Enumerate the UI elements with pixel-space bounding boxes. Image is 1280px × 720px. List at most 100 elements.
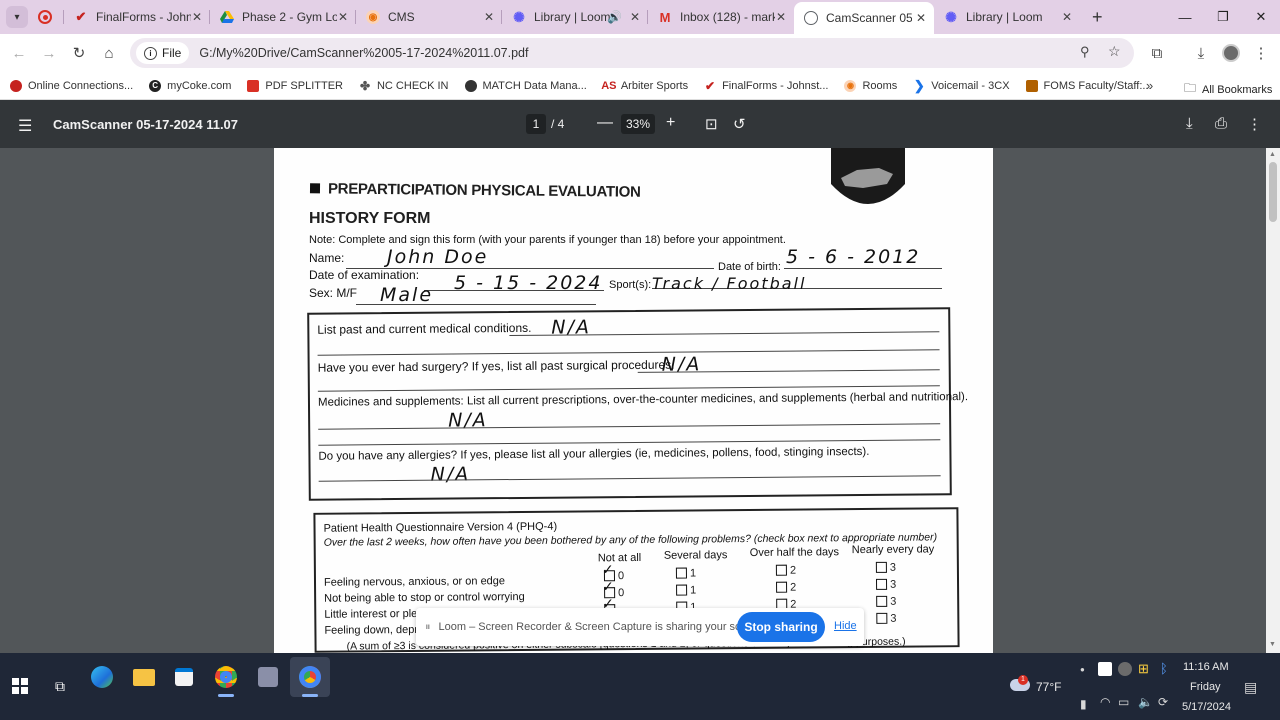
drive-tray-icon[interactable] (1098, 662, 1112, 676)
downloads-button[interactable]: ⤓ (1186, 38, 1216, 68)
speaker-icon[interactable]: 🔊 (607, 10, 622, 24)
phq4-checkbox[interactable] (876, 595, 888, 607)
close-icon[interactable]: ✕ (338, 10, 348, 24)
tab-loom-library[interactable]: ✺ Library | Loom 🔊 ✕ (502, 0, 648, 34)
bookmarks-bar: Online Connections... CmyCoke.com PDF SP… (0, 72, 1280, 100)
bookmark-finalforms[interactable]: ✔ FinalForms - Johnst... (704, 79, 828, 93)
pdf-scrollbar[interactable]: ▲ ▼ (1266, 148, 1280, 653)
close-icon[interactable]: ✕ (1062, 10, 1072, 24)
close-icon[interactable]: ✕ (776, 10, 786, 24)
zoom-input[interactable]: 33% (621, 114, 655, 134)
chrome-tray-icon[interactable] (1118, 662, 1132, 676)
drag-handle-icon[interactable]: ⏸ (425, 621, 431, 634)
profile-button[interactable] (1216, 38, 1246, 68)
print-icon[interactable]: ⎙ (1215, 115, 1227, 132)
tab-cms[interactable]: ◉ CMS ✕ (356, 0, 502, 34)
kebab-menu-icon[interactable]: ⋮ (1247, 115, 1262, 133)
tab-loom-library-2[interactable]: ✺ Library | Loom ✕ (934, 0, 1080, 34)
puzzle-icon: ⧉ (1151, 44, 1163, 62)
taskbar-edge[interactable] (82, 657, 122, 697)
bluetooth-icon[interactable]: ᛒ (1160, 661, 1168, 676)
phq4-checkbox[interactable] (776, 581, 788, 593)
tab-inbox[interactable]: M Inbox (128) - markm ✕ (648, 0, 794, 34)
phq4-checkbox[interactable] (675, 567, 687, 579)
home-button[interactable]: ⌂ (94, 38, 124, 68)
bookmark-nc-check-in[interactable]: ✤ NC CHECK IN (359, 79, 449, 93)
download-icon[interactable]: ⤓ (1186, 115, 1193, 132)
star-icon[interactable]: ☆ (1108, 43, 1121, 60)
fit-page-icon[interactable]: ⊡ (705, 115, 718, 133)
bookmark-rooms[interactable]: ◉ Rooms (844, 79, 898, 92)
clock-time[interactable]: 11:16 AM (1183, 661, 1229, 673)
close-icon[interactable]: ✕ (916, 11, 926, 25)
start-button[interactable] (0, 666, 40, 706)
tab-recording[interactable] (28, 0, 64, 34)
phq4-checkbox[interactable] (676, 584, 688, 596)
close-window-button[interactable]: ✕ (1242, 0, 1280, 34)
clock-day[interactable]: Friday (1190, 681, 1221, 693)
notifications-icon[interactable]: ▤ (1244, 679, 1257, 696)
site-info-chip[interactable]: i File (136, 42, 190, 64)
bookmark-pdf-splitter[interactable]: PDF SPLITTER (247, 79, 343, 92)
taskbar-app-gray[interactable] (248, 657, 288, 697)
all-bookmarks[interactable]: 🗀 All Bookmarks (1184, 79, 1272, 100)
forward-button[interactable]: → (34, 38, 64, 68)
bookmark-online-connections[interactable]: Online Connections... (10, 79, 133, 92)
tab-finalforms[interactable]: ✔ FinalForms - Johnston ✕ (64, 0, 210, 34)
bookmark-label: Rooms (862, 79, 898, 92)
taskbar-store[interactable] (164, 657, 204, 697)
tab-search-button[interactable]: ▾ (6, 6, 28, 28)
new-tab-button[interactable]: + (1092, 7, 1103, 28)
bookmark-foms[interactable]: FOMS Faculty/Staff:... (1025, 79, 1152, 92)
menu-button[interactable]: ⋮ (1246, 38, 1276, 68)
hamburger-menu-icon[interactable]: ☰ (18, 116, 32, 136)
sync-icon[interactable]: ⟳ (1158, 695, 1168, 709)
zoom-in-button[interactable]: + (666, 114, 675, 132)
bookmark-match-data[interactable]: MATCH Data Mana... (464, 79, 587, 92)
bookmark-mycoke[interactable]: CmyCoke.com (149, 79, 231, 92)
reload-button[interactable]: ↻ (64, 38, 94, 68)
stop-sharing-button[interactable]: Stop sharing (737, 612, 825, 642)
minimize-button[interactable]: — (1166, 0, 1204, 34)
taskbar-chrome[interactable] (206, 657, 246, 697)
zoom-out-button[interactable]: — (597, 114, 613, 132)
close-icon[interactable]: ✕ (484, 10, 494, 24)
zoom-icon[interactable]: ⚲ (1080, 44, 1090, 60)
hide-link[interactable]: Hide (834, 620, 857, 632)
battery-icon[interactable]: ▭ (1118, 695, 1129, 709)
bookmark-arbiter-sports[interactable]: AS Arbiter Sports (601, 80, 688, 92)
more-bookmarks-icon[interactable]: » (1146, 78, 1153, 93)
task-view-button[interactable]: ⧉ (40, 666, 80, 706)
address-bar[interactable]: i File G:/My%20Drive/CamScanner%2005-17-… (130, 38, 1134, 68)
wifi-icon[interactable]: ◠ (1100, 695, 1110, 709)
tab-gym-lobby[interactable]: Phase 2 - Gym Lobby ✕ (210, 0, 356, 34)
close-icon[interactable]: ✕ (630, 10, 640, 24)
phq4-checkbox[interactable] (875, 578, 888, 590)
rotate-icon[interactable]: ↺ (733, 115, 746, 133)
back-button[interactable]: ← (4, 38, 34, 68)
taskbar-file-explorer[interactable] (124, 657, 164, 697)
phq4-checkbox[interactable] (876, 612, 888, 624)
url-text[interactable]: G:/My%20Drive/CamScanner%2005-17-2024%20… (199, 46, 528, 60)
phq4-score: 1 (690, 584, 697, 597)
phq4-checkbox[interactable] (775, 564, 787, 576)
weather-temp[interactable]: 77°F (1036, 680, 1061, 694)
phq4-score: 0 (618, 587, 625, 600)
clock-date[interactable]: 5/17/2024 (1182, 701, 1231, 713)
restore-button[interactable]: ❐ (1204, 0, 1242, 34)
taskbar-chrome-active[interactable] (290, 657, 330, 697)
tab-camscanner[interactable]: CamScanner 05-17 ✕ (794, 2, 934, 34)
avatar (1222, 44, 1240, 62)
microphone-icon[interactable]: ▮ (1080, 697, 1087, 711)
nchsaa-logo (827, 148, 909, 220)
windows-tray-icon[interactable]: ⊞ (1138, 661, 1149, 677)
scroll-down-icon[interactable]: ▼ (1269, 641, 1276, 648)
close-icon[interactable]: ✕ (192, 10, 202, 24)
volume-icon[interactable]: 🔈 (1138, 695, 1153, 709)
scrollbar-thumb[interactable] (1269, 162, 1277, 222)
phq4-checkbox[interactable] (875, 561, 887, 573)
bookmark-voicemail[interactable]: ❯ Voicemail - 3CX (913, 78, 1010, 93)
scroll-up-icon[interactable]: ▲ (1269, 151, 1276, 158)
page-number-input[interactable]: 1 (526, 114, 546, 134)
extensions-button[interactable]: ⧉ (1142, 38, 1172, 68)
